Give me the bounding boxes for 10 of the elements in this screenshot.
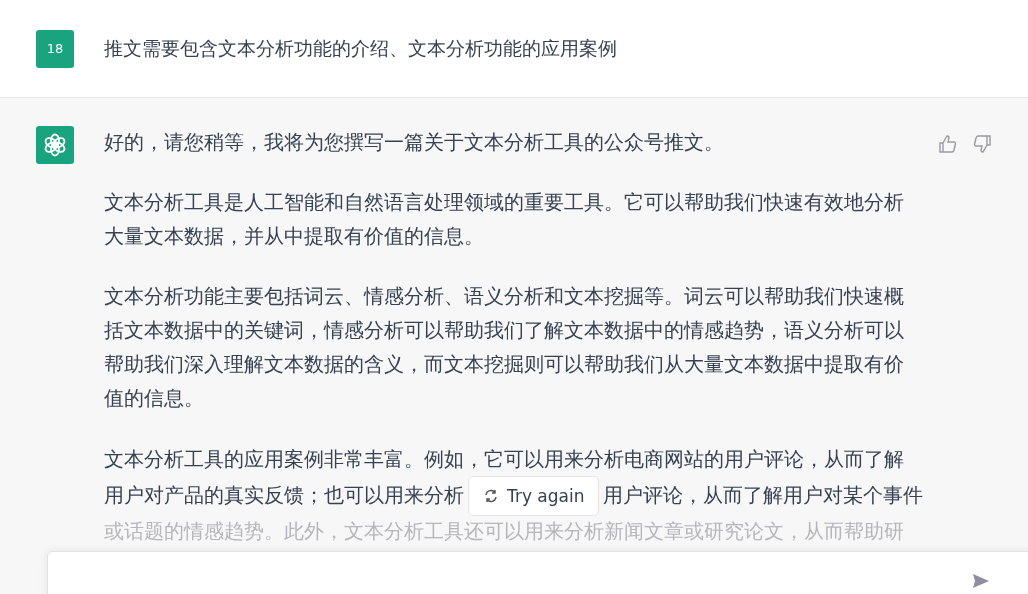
response-paragraph: 文本分析工具是人工智能和自然语言处理领域的重要工具。它可以帮助我们快速有效地分析大量文本数据，并从中提取有价值的信息。 [104, 190, 905, 250]
try-again-button[interactable]: Try again [468, 476, 600, 516]
response-line: 用户评论，从而了解用户对某个事件 [603, 483, 924, 509]
response-line: 文本分析工具的应用案例非常丰富。例如，它可以用来分析电商网站的用户评论，从而了解 [104, 447, 904, 473]
response-line: 用户对产品的真实反馈；也可以用来分析 [104, 483, 464, 509]
response-line: 或话题的情感趋势。此外，文本分析工具还可以用来分析新闻文章或研究论文，从而帮助研 [104, 519, 904, 545]
response-paragraph: 好的，请您稍等，我将为您撰写一篇关于文本分析工具的公众号推文。 [104, 130, 725, 156]
user-message-text: 推文需要包含文本分析功能的介绍、文本分析功能的应用案例 [104, 35, 617, 61]
response-paragraph: 文本分析功能主要包括词云、情感分析、语义分析和文本挖掘等。词云可以帮助我们快速概括文本数据中的关键词，情感分析可以帮助我们了解文本数据中的情感趋势，语义分析可以帮助我们深入理解文本数据的含义，而文本挖掘则可以帮助我们从大量文本数据中提取有价值的信息。 [104, 284, 905, 412]
user-avatar: 18 [36, 29, 74, 68]
